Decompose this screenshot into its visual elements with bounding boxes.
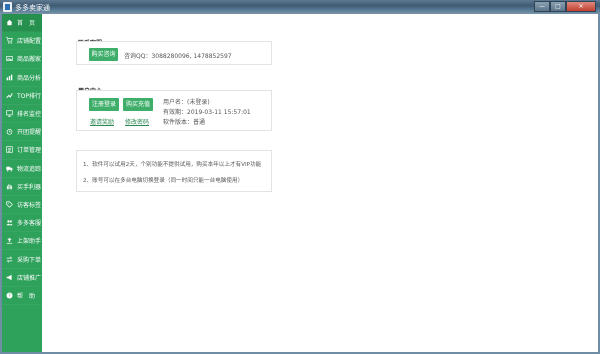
- sidebar-item-label: 订单管理: [17, 147, 42, 155]
- sidebar-item-product-analysis[interactable]: 商品分析: [2, 69, 42, 87]
- sidebar: 首 页 店铺配置 商品搬家 商品分析 TOP排行 排名监控 开团提醒 订单管理 …: [2, 14, 42, 352]
- sidebar-item-label: 商品搬家: [17, 56, 42, 64]
- close-button[interactable]: ✕: [566, 1, 596, 12]
- sidebar-item-label: TOP排行: [17, 92, 42, 100]
- cart-icon: [6, 37, 13, 44]
- note-line-2: 2、账号可以在多台电脑切换登录（同一时间只能一台电脑使用）: [83, 178, 244, 184]
- maximize-button[interactable]: □: [550, 1, 566, 12]
- sidebar-item-label: 采购下单: [17, 256, 42, 264]
- consult-qq-text: 咨询QQ：3088280096, 1478852597: [124, 53, 232, 60]
- notes-panel: 1、软件可以试用2天，个别功能不提供试用，购买本年以上才有VIP功能 2、账号可…: [76, 150, 272, 192]
- monitor-icon: [6, 110, 13, 117]
- sidebar-item-label: 排名监控: [17, 111, 42, 119]
- promote-icon: [6, 274, 13, 281]
- software-version-text: 软件版本：普通: [163, 119, 206, 126]
- invite-reward-link[interactable]: 邀请奖励: [90, 117, 114, 126]
- alarm-icon: [6, 128, 13, 135]
- tag-icon: [6, 201, 13, 208]
- purchase-consult-button[interactable]: 购买咨询: [89, 48, 118, 61]
- sidebar-item-rank-monitor[interactable]: 排名监控: [2, 105, 42, 124]
- window-titlebar[interactable]: 多多卖家通 — □ ✕: [0, 0, 600, 14]
- note-line-1: 1、软件可以试用2天，个别功能不提供试用，购买本年以上才有VIP功能: [83, 162, 262, 168]
- trend-icon: [6, 92, 13, 99]
- sidebar-item-product-move[interactable]: 商品搬家: [2, 50, 42, 69]
- sidebar-item-home[interactable]: 首 页: [2, 14, 42, 33]
- sidebar-item-top-ranking[interactable]: TOP排行: [2, 87, 42, 105]
- sidebar-item-label: 多多客服: [17, 220, 42, 228]
- register-login-button[interactable]: 注册登录: [89, 98, 119, 111]
- window-controls: — □ ✕: [534, 1, 596, 12]
- sidebar-item-label: 商品分析: [17, 74, 42, 82]
- hand-icon: [6, 183, 13, 190]
- contact-panel: 购买咨询 咨询QQ：3088280096, 1478852597: [76, 41, 272, 65]
- users-icon: [6, 219, 13, 226]
- list-icon: [6, 146, 13, 154]
- sidebar-item-buyer-tools[interactable]: 买手利器: [2, 178, 42, 196]
- sidebar-item-label: 买手利器: [17, 183, 42, 191]
- sidebar-item-logistics-tracking[interactable]: 物流追踪: [2, 160, 42, 178]
- window-title: 多多卖家通: [15, 4, 50, 12]
- home-icon: [6, 19, 13, 26]
- sidebar-item-label: 物流追踪: [17, 165, 42, 173]
- purchase-icon: [6, 255, 13, 263]
- help-icon: ?: [6, 292, 13, 299]
- sidebar-item-label: 开团提醒: [17, 129, 42, 137]
- chart-icon: [6, 74, 13, 81]
- upload-icon: [6, 237, 13, 244]
- app-logo-icon: [3, 2, 12, 12]
- sidebar-item-label: 访客标签: [17, 201, 42, 209]
- sidebar-item-label: 店铺推广: [17, 274, 42, 282]
- buy-recharge-button[interactable]: 购买充值: [123, 98, 153, 111]
- change-password-link[interactable]: 修改密码: [125, 117, 149, 126]
- sidebar-item-label: 店铺配置: [17, 38, 42, 46]
- expiry-text: 有效期：2019-03-11 15:57:01: [163, 109, 251, 116]
- sidebar-item-group-reminder[interactable]: 开团提醒: [2, 123, 42, 142]
- sidebar-item-help[interactable]: ? 帮 助: [2, 287, 42, 305]
- username-text: 用户名：(未登录): [163, 99, 210, 106]
- truck-icon: [6, 165, 13, 172]
- sidebar-item-label: 帮 助: [17, 292, 36, 300]
- image-icon: [6, 55, 13, 62]
- sidebar-item-purchase-order[interactable]: 采购下单: [2, 250, 42, 269]
- minimize-button[interactable]: —: [534, 1, 550, 12]
- sidebar-item-customer-service[interactable]: 多多客服: [2, 214, 42, 233]
- sidebar-item-store-config[interactable]: 店铺配置: [2, 32, 42, 51]
- sidebar-item-label: 首 页: [17, 20, 36, 28]
- sidebar-item-visitor-tags[interactable]: 访客标签: [2, 196, 42, 215]
- user-center-panel: 注册登录 购买充值 邀请奖励 修改密码 用户名：(未登录) 有效期：2019-0…: [76, 90, 272, 131]
- sidebar-item-label: 上架助手: [17, 238, 42, 246]
- sidebar-item-order-management[interactable]: 订单管理: [2, 141, 42, 160]
- main-content: 联系客服 购买咨询 咨询QQ：3088280096, 1478852597 用户…: [42, 14, 598, 352]
- sidebar-item-store-promotion[interactable]: 店铺推广: [2, 269, 42, 287]
- sidebar-item-listing-assistant[interactable]: 上架助手: [2, 232, 42, 251]
